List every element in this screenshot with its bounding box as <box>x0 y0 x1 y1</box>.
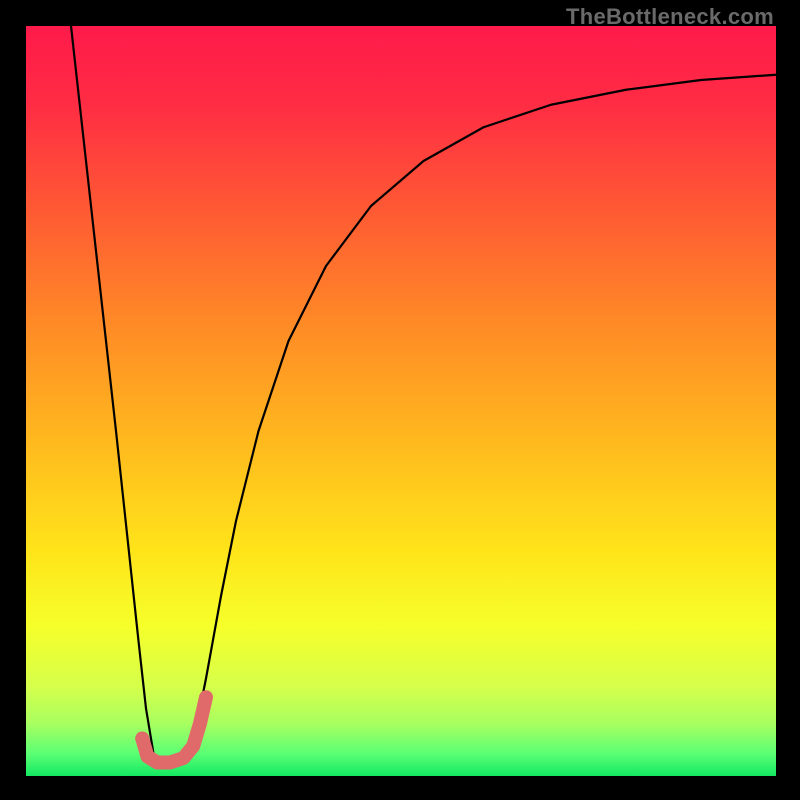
series-right-branch <box>191 75 776 754</box>
series-left-branch <box>71 26 154 754</box>
curve-layer <box>26 26 776 776</box>
watermark-text: TheBottleneck.com <box>566 4 774 30</box>
series-j-accent <box>142 697 206 762</box>
chart-stage: TheBottleneck.com <box>0 0 800 800</box>
plot-area <box>26 26 776 776</box>
